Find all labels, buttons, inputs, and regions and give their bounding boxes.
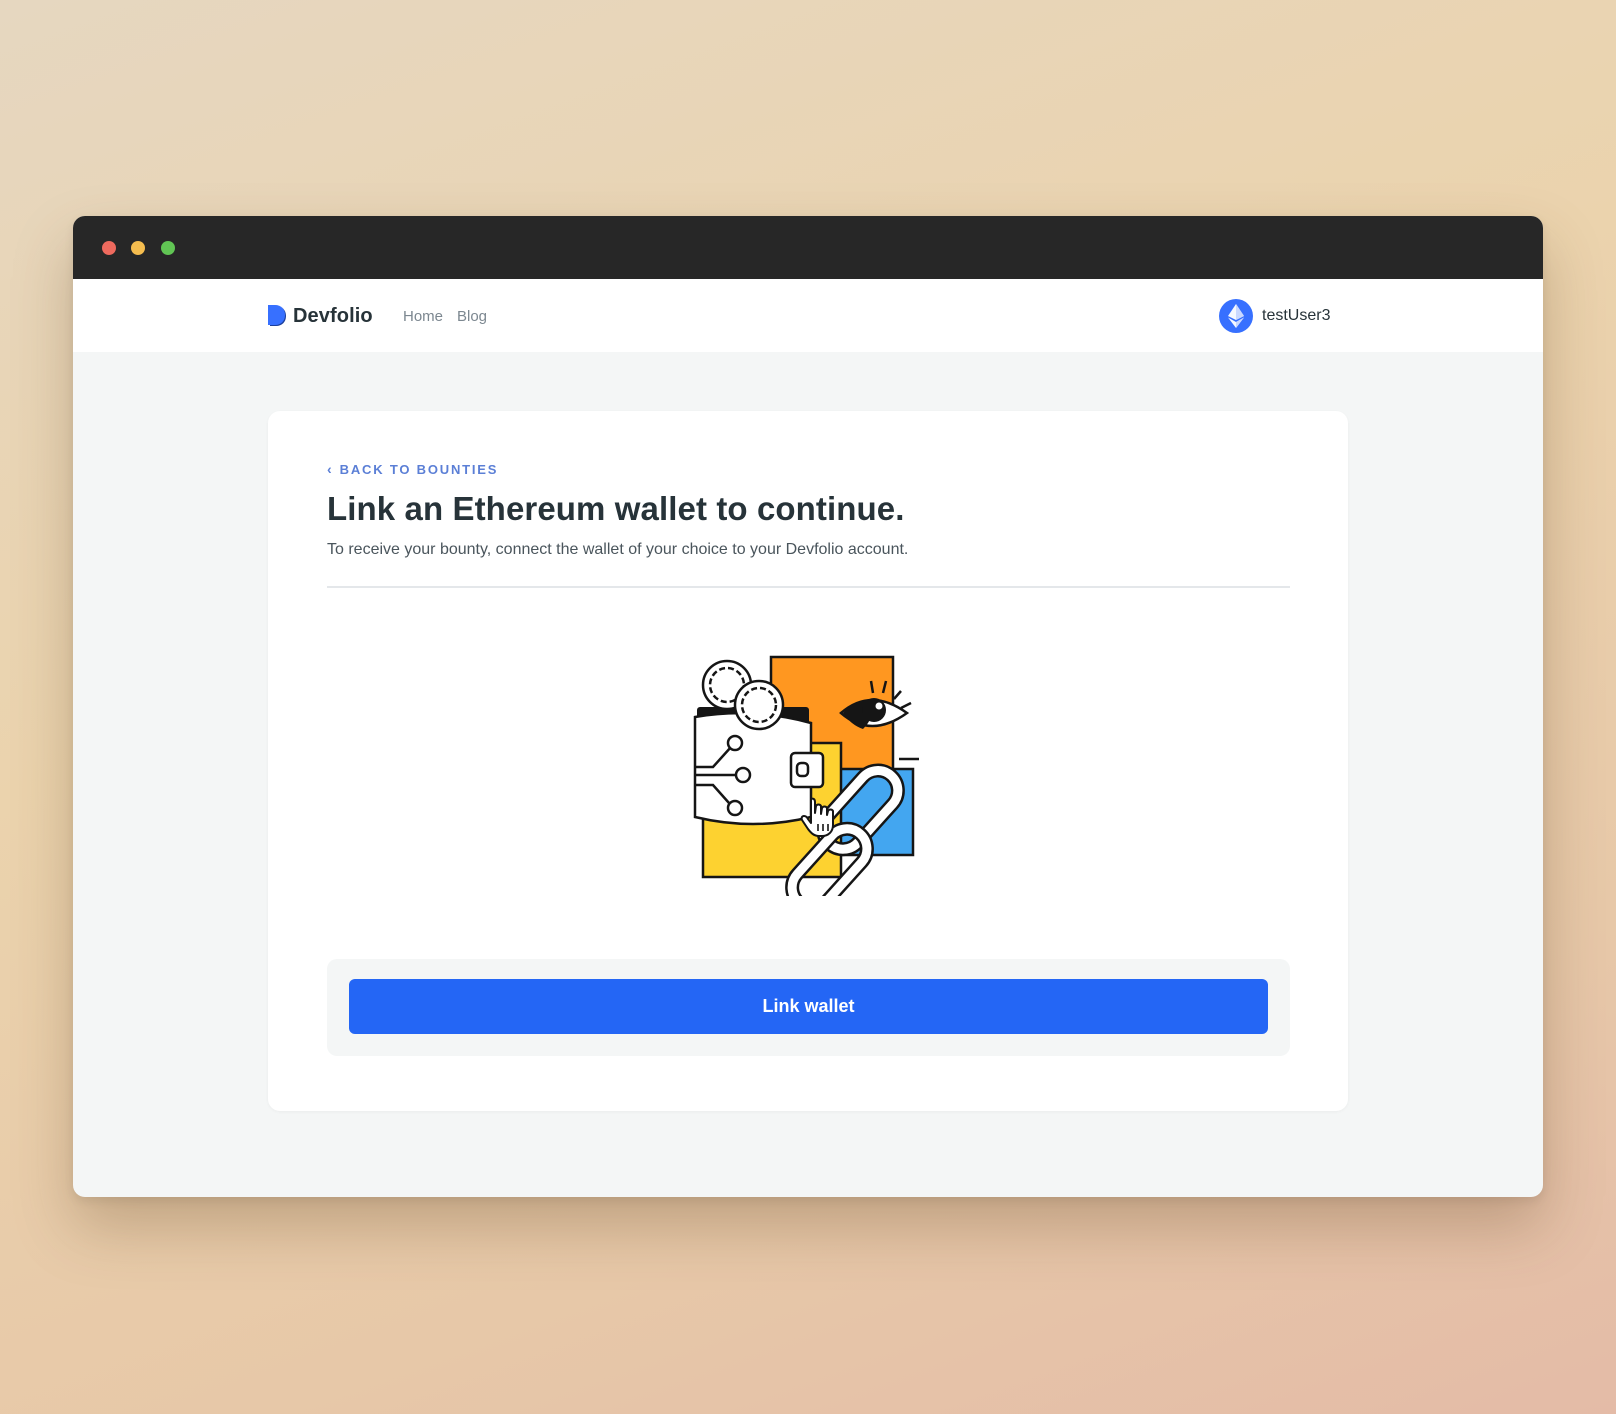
page-title: Link an Ethereum wallet to continue.	[327, 490, 905, 527]
top-navbar: Devfolio Home Blog testUser3	[73, 279, 1543, 352]
back-to-bounties-link[interactable]: ‹ BACK TO BOUNTIES	[327, 461, 498, 477]
page-subtitle: To receive your bounty, connect the wall…	[327, 541, 909, 558]
user-menu[interactable]: testUser3	[1219, 299, 1330, 333]
brand-name: Devfolio	[293, 304, 373, 327]
back-link-label: BACK TO BOUNTIES	[339, 461, 499, 477]
nav-link-home[interactable]: Home	[403, 308, 443, 325]
maximize-window-button[interactable]	[161, 241, 175, 255]
chevron-left-icon: ‹	[327, 461, 332, 477]
hand-pointer-cursor-icon	[800, 797, 834, 837]
devfolio-logo[interactable]: Devfolio	[267, 303, 373, 329]
window-titlebar	[73, 216, 1543, 279]
username: testUser3	[1262, 307, 1331, 324]
ethereum-icon	[1228, 304, 1244, 328]
nav-link-blog[interactable]: Blog	[457, 308, 487, 325]
minimize-window-button[interactable]	[131, 241, 145, 255]
browser-window: Devfolio Home Blog testUser3 ‹ BACK TO B…	[73, 216, 1543, 1197]
link-wallet-card: ‹ BACK TO BOUNTIES Link an Ethereum wall…	[268, 411, 1348, 1111]
divider	[327, 586, 1290, 588]
wallet-link-illustration	[693, 655, 919, 896]
close-window-button[interactable]	[102, 241, 116, 255]
devfolio-logo-icon	[268, 305, 286, 326]
cta-container: Link wallet	[327, 959, 1290, 1056]
link-wallet-button[interactable]: Link wallet	[349, 979, 1268, 1034]
avatar	[1219, 299, 1253, 333]
